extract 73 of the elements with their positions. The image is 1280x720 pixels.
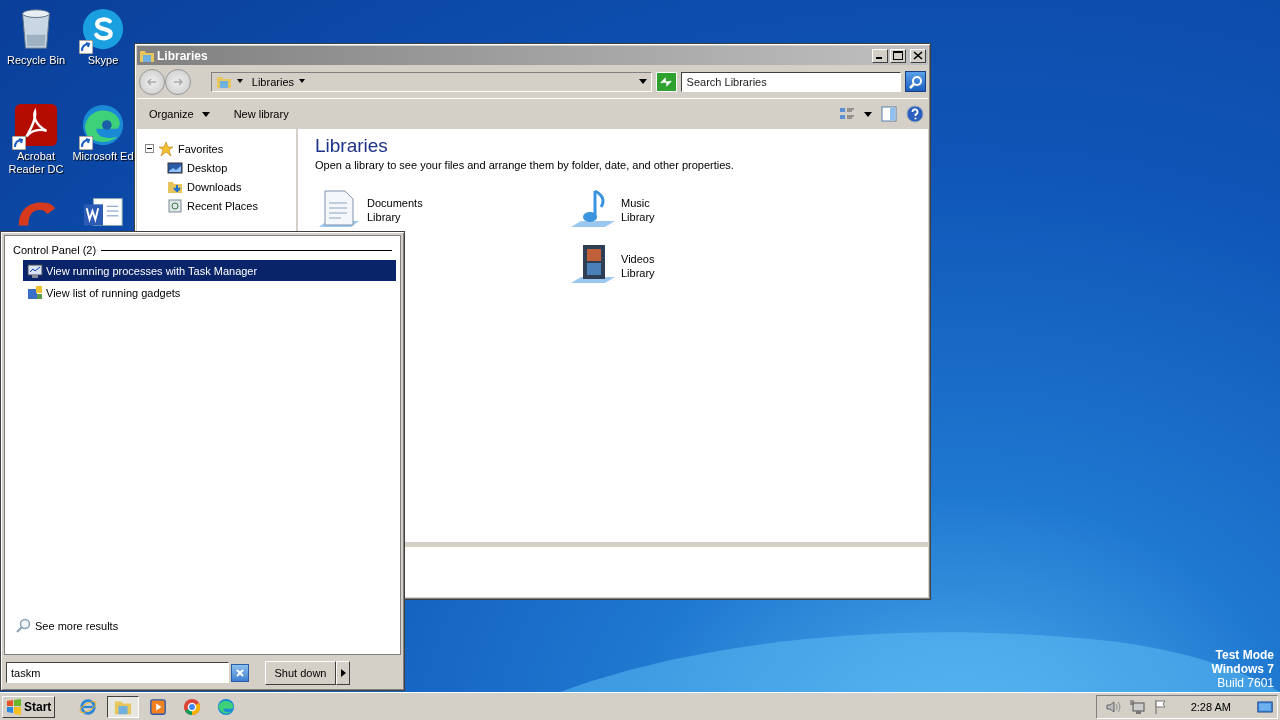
start-button[interactable]: Start xyxy=(2,695,56,718)
desktop-icon-label[interactable]: Acrobat Reader DC xyxy=(3,150,69,176)
organize-menu[interactable]: Organize xyxy=(141,106,218,122)
flag-icon[interactable] xyxy=(1152,698,1169,715)
toolbar-button[interactable]: New library xyxy=(225,106,297,122)
search-icon xyxy=(15,618,31,634)
arrow-right-icon xyxy=(340,668,346,677)
search-icon xyxy=(908,74,923,89)
watermark-text: Build 7601 xyxy=(1216,676,1274,690)
show-desktop-button[interactable] xyxy=(1257,698,1273,715)
maximize-icon xyxy=(893,51,903,60)
forward-arrow-icon xyxy=(172,75,184,88)
media-player-icon xyxy=(149,697,168,716)
chrome-icon xyxy=(183,697,202,716)
dropdown-caret-icon[interactable] xyxy=(638,79,647,84)
acrobat-icon xyxy=(13,102,59,148)
internet-explorer-icon xyxy=(79,697,98,716)
close-icon xyxy=(235,667,245,678)
back-arrow-icon xyxy=(146,75,158,88)
tree-item[interactable]: Recent Places xyxy=(187,199,258,212)
task-manager-icon xyxy=(27,262,43,279)
shut-down-button[interactable]: Shut down xyxy=(265,660,336,685)
window-title: Libraries xyxy=(157,48,209,63)
taskbar-app-button[interactable] xyxy=(107,695,140,718)
tree-item[interactable]: Favorites xyxy=(178,142,224,155)
skype-icon xyxy=(80,6,126,52)
desktop-icon-label[interactable]: Skype xyxy=(70,54,136,67)
library-type: Library xyxy=(367,210,402,224)
collapse-icon[interactable] xyxy=(145,144,154,153)
caret-icon xyxy=(201,111,210,117)
refresh-button[interactable] xyxy=(655,71,677,92)
watermark-text: Test Mode xyxy=(1214,648,1274,662)
shut-down-options-button[interactable] xyxy=(336,660,350,685)
tree-item[interactable]: Desktop xyxy=(187,161,228,174)
recent-places-icon xyxy=(167,197,183,214)
help-icon[interactable] xyxy=(906,105,924,123)
star-icon xyxy=(158,140,174,157)
minimize-button[interactable] xyxy=(872,48,888,63)
breadcrumb[interactable]: Libraries xyxy=(247,75,310,88)
desktop-icon-label[interactable]: Microsoft Ed xyxy=(70,150,136,163)
clock[interactable]: 2:28 AM xyxy=(1190,700,1231,713)
network-icon[interactable] xyxy=(1128,698,1145,715)
search-result[interactable]: View running processes with Task Manager xyxy=(23,260,396,281)
desktop-icon-label[interactable]: Recycle Bin xyxy=(3,54,69,67)
caret-icon[interactable] xyxy=(235,79,244,84)
library-type: Library xyxy=(621,266,655,280)
see-more-results-link[interactable]: See more results xyxy=(15,618,396,634)
search-field[interactable]: taskm xyxy=(6,662,229,683)
address-bar[interactable]: Libraries xyxy=(210,71,652,92)
gadgets-icon xyxy=(27,284,43,301)
tree-item[interactable]: Downloads xyxy=(187,180,242,193)
maximize-button[interactable] xyxy=(890,48,906,63)
library-name[interactable]: Videos xyxy=(621,252,655,266)
search-field[interactable]: Search Libraries xyxy=(680,71,902,92)
search-result[interactable]: View list of running gadgets xyxy=(23,282,396,303)
caret-icon xyxy=(298,79,306,84)
caret-icon[interactable] xyxy=(864,111,872,117)
desktop-icon xyxy=(167,159,183,176)
group-header: Control Panel (2) xyxy=(13,244,97,256)
search-button[interactable] xyxy=(905,71,926,92)
library-name[interactable]: Documents xyxy=(367,196,423,210)
windows-flag-icon xyxy=(6,698,22,715)
library-name[interactable]: Music xyxy=(621,196,655,210)
close-icon xyxy=(913,51,923,60)
page-heading: Libraries xyxy=(315,134,389,158)
edge-icon xyxy=(80,102,126,148)
close-button[interactable] xyxy=(910,48,926,63)
edge-icon xyxy=(217,697,236,716)
description-text: Open a library to see your files and arrange them by folder, date, and other properties. xyxy=(315,159,735,171)
clear-search-button[interactable] xyxy=(231,663,249,682)
watermark-text: Windows 7 xyxy=(1211,662,1274,676)
library-type: Library xyxy=(621,210,655,224)
refresh-arrows-icon xyxy=(659,75,674,88)
